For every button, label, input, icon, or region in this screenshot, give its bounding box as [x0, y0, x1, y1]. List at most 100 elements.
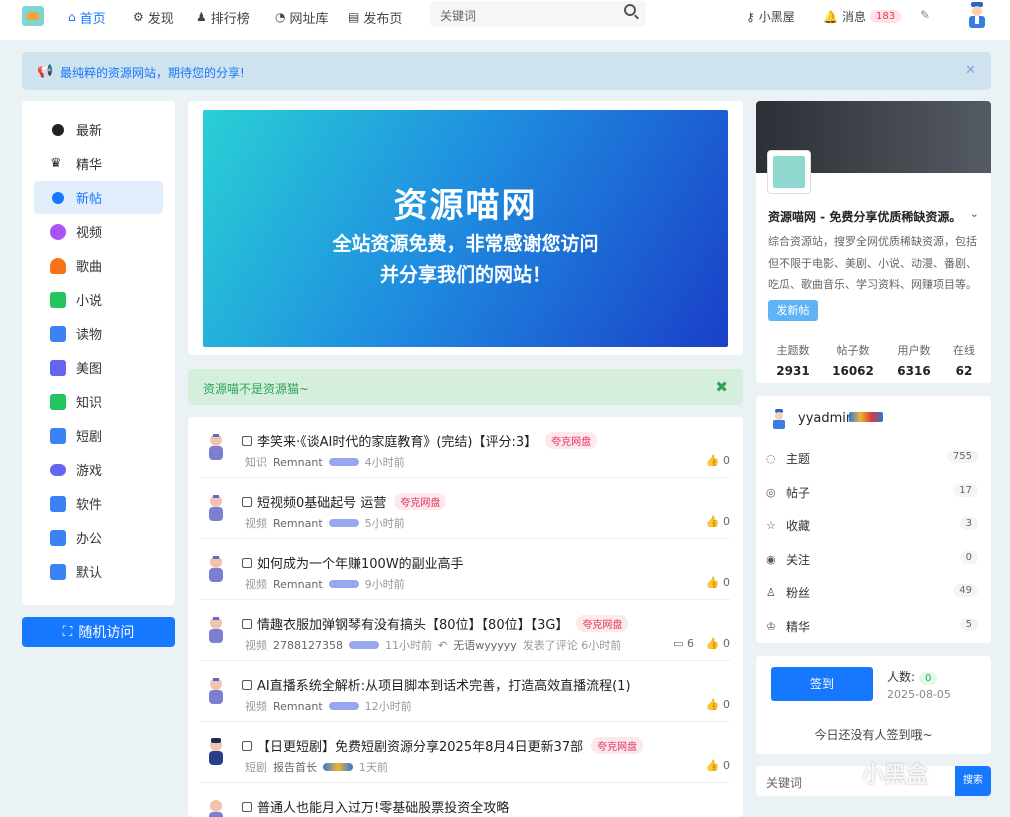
like-count[interactable]: 👍 0 [706, 576, 730, 589]
compass-gear-icon: ⚙ [133, 10, 144, 24]
sidebar-item-songs[interactable]: 歌曲 [34, 249, 163, 282]
checkbox-icon [242, 435, 252, 446]
sidebar-item-novels[interactable]: 小说 [34, 283, 163, 316]
sidebar-search-input[interactable]: 关键词 [766, 774, 802, 791]
post-author[interactable]: Remnant [273, 578, 323, 591]
random-visit-button[interactable]: ⛶ 随机访问 [22, 617, 175, 647]
sidebar-item-software[interactable]: 软件 [34, 487, 163, 520]
user-row-posts[interactable]: ◎ 帖子 17 [766, 482, 978, 502]
signin-button[interactable]: 签到 [771, 667, 873, 701]
post-category[interactable]: 视频 [245, 698, 267, 714]
sidebar-item-pictures[interactable]: 美图 [34, 351, 163, 384]
close-icon[interactable]: ✖ [715, 378, 728, 396]
edit-icon[interactable]: ✎ [920, 8, 930, 22]
post-category[interactable]: 知识 [245, 454, 267, 470]
link-icon: ◔ [275, 10, 286, 24]
chevron-down-icon[interactable]: ⌄ [970, 207, 979, 220]
author-avatar[interactable] [207, 615, 225, 645]
like-count[interactable]: 👍 0 [706, 698, 730, 711]
post-author[interactable]: 报告首长 [273, 759, 317, 775]
sidebar-item-knowledge[interactable]: 知识 [34, 385, 163, 418]
document-icon: ▤ [348, 10, 360, 24]
sidebar-item-new[interactable]: 新帖 [34, 181, 163, 214]
sidebar-item-games[interactable]: 游戏 [34, 453, 163, 486]
new-post-button[interactable]: 发新帖 [768, 300, 818, 321]
post-item[interactable]: 普通人也能月入过万!零基础股票投资全攻略 [200, 783, 730, 817]
like-count[interactable]: 👍 0 [706, 637, 730, 650]
nav-discover[interactable]: ⚙ 发现 [133, 8, 174, 27]
user-avatar[interactable] [966, 2, 988, 28]
author-avatar[interactable] [207, 432, 225, 462]
like-count[interactable]: 👍 0 [706, 759, 730, 772]
sidebar-item-shortdrama[interactable]: 短剧 [34, 419, 163, 452]
post-author[interactable]: Remnant [273, 517, 323, 530]
notice-text: 最纯粹的资源网站，期待您的分享! [60, 66, 245, 80]
nav-ranking[interactable]: ♟ 排行榜 [196, 8, 250, 27]
reply-user[interactable]: 无语wyyyyy [453, 637, 517, 653]
banner-line-1: 全站资源免费，非常感谢您访问 [332, 233, 599, 255]
sidebar-item-reading[interactable]: 读物 [34, 317, 163, 350]
post-title[interactable]: 如何成为一个年赚100W的副业高手 [242, 553, 464, 572]
user-avatar[interactable] [771, 409, 787, 429]
comment-count[interactable]: ▭ 6 [673, 637, 694, 650]
headphones-icon [50, 257, 66, 274]
nav-publish[interactable]: ▤ 发布页 [348, 8, 402, 27]
sidebar-search-button[interactable]: 搜索 [955, 766, 991, 796]
author-avatar[interactable] [207, 493, 225, 523]
author-avatar[interactable] [207, 676, 225, 706]
storage-tag: 夸克网盘 [545, 432, 598, 449]
post-list: 李笑来·《谈AI时代的家庭教育》(完结)【评分:3】 夸克网盘 知识 Remnant… [188, 417, 743, 817]
user-row-following[interactable]: ◉ 关注 0 [766, 549, 978, 569]
sidebar-item-latest[interactable]: 最新 [34, 113, 163, 146]
level-badge [328, 519, 359, 527]
post-item[interactable]: 李笑来·《谈AI时代的家庭教育》(完结)【评分:3】 夸克网盘 知识 Remnant… [200, 417, 730, 478]
post-author[interactable]: Remnant [273, 700, 323, 713]
post-item[interactable]: 情趣衣服加弹钢琴有没有搞头【80位】【80位】【3G】 夸克网盘 视频 278812… [200, 600, 730, 661]
header-search[interactable]: 关键词 [430, 1, 646, 27]
user-row-featured[interactable]: ♔ 精华 5 [766, 616, 978, 636]
post-title[interactable]: 【日更短剧】免费短剧资源分享2025年8月4日更新37部 夸克网盘 [242, 736, 644, 755]
post-title[interactable]: 情趣衣服加弹钢琴有没有搞头【80位】【80位】【3G】 夸克网盘 [242, 614, 629, 633]
sidebar-item-office[interactable]: 办公 [34, 521, 163, 554]
like-count[interactable]: 👍 0 [706, 515, 730, 528]
nav-home[interactable]: ⌂ 首页 [68, 8, 106, 27]
banner-image[interactable]: 资源喵网 全站资源免费，非常感谢您访问 并分享我们的网站！ [203, 110, 728, 347]
author-avatar[interactable] [207, 737, 225, 767]
blacklist-link[interactable]: ⚷ 小黑屋 [746, 8, 795, 25]
post-item[interactable]: 如何成为一个年赚100W的副业高手 视频 Remnant 9小时前 👍 0 [200, 539, 730, 600]
user-row-favorites[interactable]: ☆ 收藏 3 [766, 515, 978, 535]
user-row-topics[interactable]: ◌ 主题 755 [766, 448, 978, 468]
sidebar-item-featured[interactable]: ♛ 精华 [34, 147, 163, 180]
post-author[interactable]: Remnant [273, 456, 323, 469]
nav-urls[interactable]: ◔ 网址库 [275, 8, 329, 27]
post-title[interactable]: 李笑来·《谈AI时代的家庭教育》(完结)【评分:3】 夸克网盘 [242, 431, 598, 450]
post-category[interactable]: 视频 [245, 515, 267, 531]
user-name[interactable]: yyadmin [798, 411, 854, 426]
post-item[interactable]: AI直播系统全解析:从项目脚本到话术完善，打造高效直播流程(1) 视频 Remna… [200, 661, 730, 722]
author-avatar[interactable] [207, 798, 225, 817]
search-icon[interactable] [624, 4, 636, 16]
post-title[interactable]: AI直播系统全解析:从项目脚本到话术完善，打造高效直播流程(1) [242, 675, 631, 694]
sidebar-item-video[interactable]: 视频 [34, 215, 163, 248]
broadcast-icon: ◉ [766, 552, 776, 566]
post-author[interactable]: 2788127358 [273, 639, 343, 652]
tv-icon [50, 427, 66, 444]
post-item[interactable]: 【日更短剧】免费短剧资源分享2025年8月4日更新37部 夸克网盘 短剧 报告首长 1… [200, 722, 730, 783]
close-icon[interactable]: ✕ [965, 63, 976, 78]
like-count[interactable]: 👍 0 [706, 454, 730, 467]
post-category[interactable]: 短剧 [245, 759, 267, 775]
sidebar-item-default[interactable]: 默认 [34, 555, 163, 588]
post-item[interactable]: 短视频0基础起号 运营 夸克网盘 视频 Remnant 5小时前 👍 0 [200, 478, 730, 539]
site-logo[interactable] [767, 150, 811, 194]
book-icon [50, 291, 66, 308]
messages-link[interactable]: 🔔 消息 183 [823, 8, 902, 25]
post-title[interactable]: 普通人也能月入过万!零基础股票投资全攻略 [242, 797, 509, 816]
post-category[interactable]: 视频 [245, 637, 267, 653]
author-avatar[interactable] [207, 554, 225, 584]
search-input[interactable]: 关键词 [440, 7, 476, 24]
post-title[interactable]: 短视频0基础起号 运营 夸克网盘 [242, 492, 447, 511]
site-logo[interactable] [22, 6, 44, 26]
post-category[interactable]: 视频 [245, 576, 267, 592]
user-row-fans[interactable]: ♙ 粉丝 49 [766, 582, 978, 602]
announcement-text: 资源喵不是资源猫~ [203, 382, 310, 396]
